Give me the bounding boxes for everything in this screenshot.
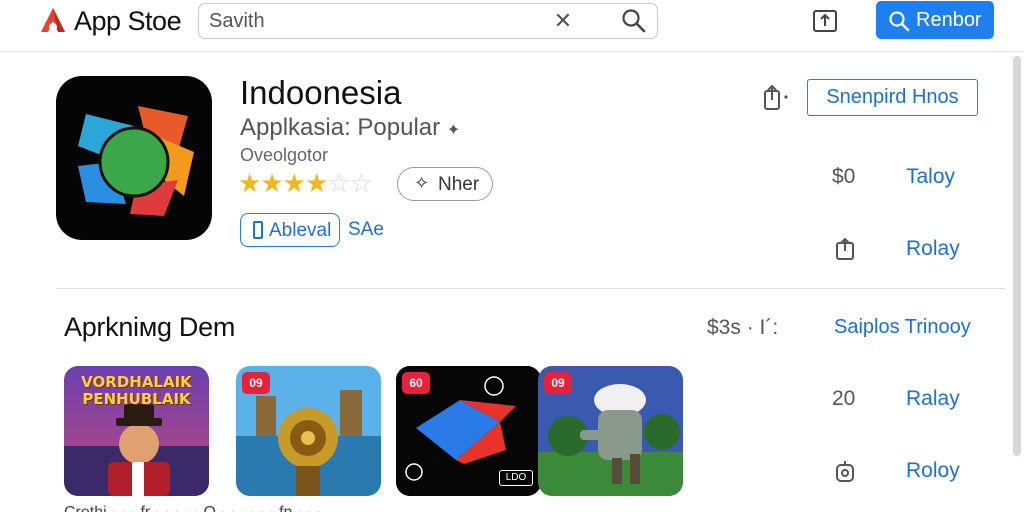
game-thumbnail[interactable]: VORDHALAIK PENHUBLAIK	[64, 366, 209, 496]
share-icon[interactable]	[834, 459, 856, 483]
search-box[interactable]: ✕	[198, 3, 658, 39]
scrollbar-thumb[interactable]	[1013, 56, 1021, 456]
row-action-link[interactable]: Rolay	[906, 237, 960, 261]
sparkle-icon: ✦	[446, 122, 461, 139]
star-icon: ★	[282, 168, 306, 198]
search-icon	[889, 11, 910, 32]
star-empty-icon: ☆	[327, 168, 350, 198]
row-action-link[interactable]: Ralay	[906, 387, 960, 411]
price-label: 20	[832, 387, 856, 410]
app-title: Indoonesia	[240, 74, 402, 111]
row-action-link[interactable]: Roloy	[906, 459, 960, 483]
app-store-logo-icon	[41, 8, 65, 32]
get-button-label: Ableval	[269, 220, 332, 241]
share-icon[interactable]	[812, 8, 838, 34]
corner-label: LDO	[499, 470, 533, 486]
section-price: $3s · Ι´:	[707, 316, 779, 339]
primary-button-label: Renbor	[916, 9, 982, 31]
section-see-all-link[interactable]: Saiplos Trinooy	[834, 316, 971, 339]
game-title-art: VORDHALAIK PENHUBLAIK	[81, 373, 192, 408]
star-empty-icon: ☆	[349, 168, 373, 198]
game-thumbnail[interactable]: 09	[236, 366, 381, 496]
app-icon[interactable]	[56, 76, 212, 240]
brand-title: App Stoe	[74, 6, 182, 36]
section-title: Aprkniмg Dem	[64, 312, 236, 342]
search-input[interactable]	[209, 7, 539, 35]
app-developer: Oveolgotor	[240, 145, 329, 165]
price-label: $0	[832, 165, 856, 188]
share-icon[interactable]	[834, 237, 856, 261]
pill-label: Nher	[438, 174, 480, 195]
app-logo-graphic	[78, 106, 194, 216]
star-icon: ★	[260, 168, 283, 198]
secondary-link[interactable]: SAe	[348, 219, 384, 241]
clear-icon[interactable]: ✕	[551, 9, 575, 33]
filter-pill-button[interactable]: ✧ Nher	[397, 167, 493, 201]
scrollbar[interactable]	[1012, 56, 1022, 512]
device-icon	[253, 221, 263, 239]
app-category: Applkasia: Popular ✦	[240, 114, 461, 141]
share-icon[interactable]	[761, 83, 791, 111]
game-thumbnail[interactable]: 60 LDO	[396, 366, 541, 496]
row-action-link[interactable]: Taloy	[906, 165, 955, 189]
badge-label: 09	[242, 372, 270, 394]
divider	[56, 288, 1006, 289]
search-icon[interactable]	[621, 8, 647, 34]
section-footer-text: Crothi · · · fr · · · · · O · · · · · · …	[64, 504, 322, 512]
outline-action-button[interactable]: Snenpird Hnos	[807, 79, 978, 116]
star-half-icon: ★	[304, 168, 328, 198]
star-icon: ★	[238, 168, 261, 198]
badge-label: 09	[544, 372, 572, 394]
game-thumbnail[interactable]: 09	[538, 366, 683, 496]
get-button[interactable]: Ableval	[240, 213, 340, 247]
badge-label: 60	[402, 372, 430, 394]
top-bar: App Stoe ✕ Renbor	[0, 0, 1024, 52]
arrow-icon: ✧	[414, 173, 430, 193]
primary-search-button[interactable]: Renbor	[876, 1, 994, 39]
star-rating: ★★★★☆☆	[238, 168, 373, 199]
